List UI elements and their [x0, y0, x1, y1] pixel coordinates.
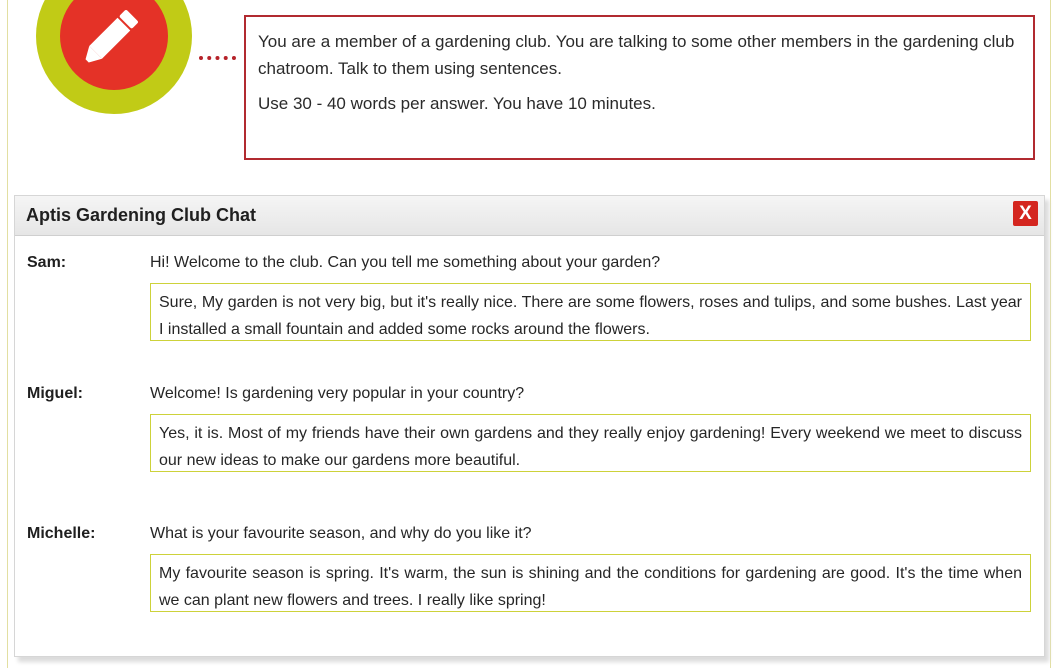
- instructions-word-limit: Use 30 - 40 words per answer. You have 1…: [258, 94, 656, 113]
- instructions-text: You are a member of a gardening club. Yo…: [258, 32, 1015, 78]
- chat-question: Welcome! Is gardening very popular in yo…: [150, 385, 525, 402]
- speaker-name: Michelle:: [27, 525, 96, 542]
- chat-question: What is your favourite season, and why d…: [150, 525, 532, 542]
- chat-header: Aptis Gardening Club Chat X: [15, 196, 1044, 236]
- dotted-connector: [199, 56, 236, 60]
- answer-field[interactable]: Sure, My garden is not very big, but it'…: [150, 283, 1031, 341]
- pencil-icon: [83, 10, 138, 65]
- speaker-name: Sam:: [27, 254, 67, 271]
- close-button[interactable]: X: [1013, 201, 1038, 226]
- chat-window: Aptis Gardening Club Chat X Sam: Hi! Wel…: [14, 195, 1045, 657]
- answer-field[interactable]: My favourite season is spring. It's warm…: [150, 554, 1031, 612]
- speaker-name: Miguel:: [27, 385, 83, 402]
- answer-field[interactable]: Yes, it is. Most of my friends have thei…: [150, 414, 1031, 472]
- instructions-box: You are a member of a gardening club. Yo…: [244, 15, 1035, 160]
- task-icon-disc: [60, 0, 168, 90]
- chat-title: Aptis Gardening Club Chat: [26, 205, 257, 225]
- chat-question: Hi! Welcome to the club. Can you tell me…: [150, 254, 661, 271]
